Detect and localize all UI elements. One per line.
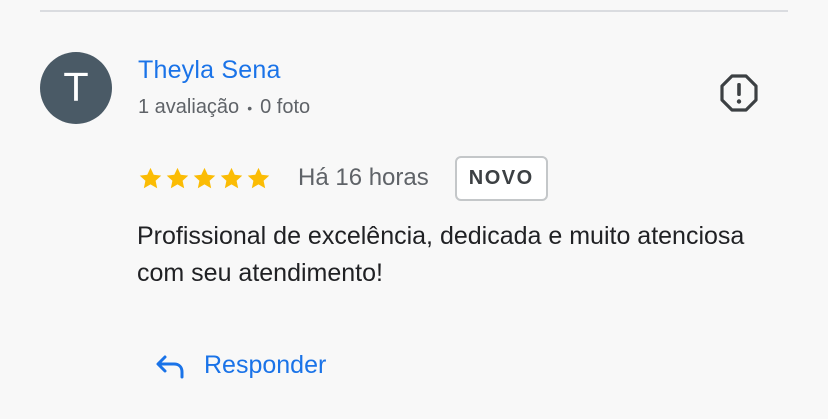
star-icon <box>139 167 162 188</box>
avatar[interactable]: T <box>40 52 112 124</box>
photo-count: 0 foto <box>260 96 311 118</box>
report-octagon-icon <box>720 74 758 112</box>
new-badge: NOVO <box>454 155 548 201</box>
reply-label: Responder <box>204 350 327 379</box>
divider <box>40 10 788 12</box>
review-time: Há 16 horas <box>298 164 429 191</box>
star-icon <box>220 167 243 188</box>
review-text: Profissional de excelência, dedicada e m… <box>137 222 745 287</box>
report-review-button[interactable] <box>719 73 759 113</box>
rating-row: Há 16 horas NOVO <box>138 154 548 202</box>
reply-arrow-icon <box>156 355 184 379</box>
author-name[interactable]: Theyla Sena <box>138 56 281 85</box>
star-icon <box>166 167 189 188</box>
review-card: T Theyla Sena 1 avaliação • 0 foto Há 16… <box>0 0 828 419</box>
star-rating <box>138 166 271 191</box>
star-icon <box>193 167 216 188</box>
meta-separator: • <box>247 99 253 116</box>
author-meta: 1 avaliação • 0 foto <box>138 96 310 119</box>
reply-button[interactable]: Responder <box>153 348 326 382</box>
review-count: 1 avaliação <box>138 96 240 118</box>
star-icon <box>247 167 270 188</box>
